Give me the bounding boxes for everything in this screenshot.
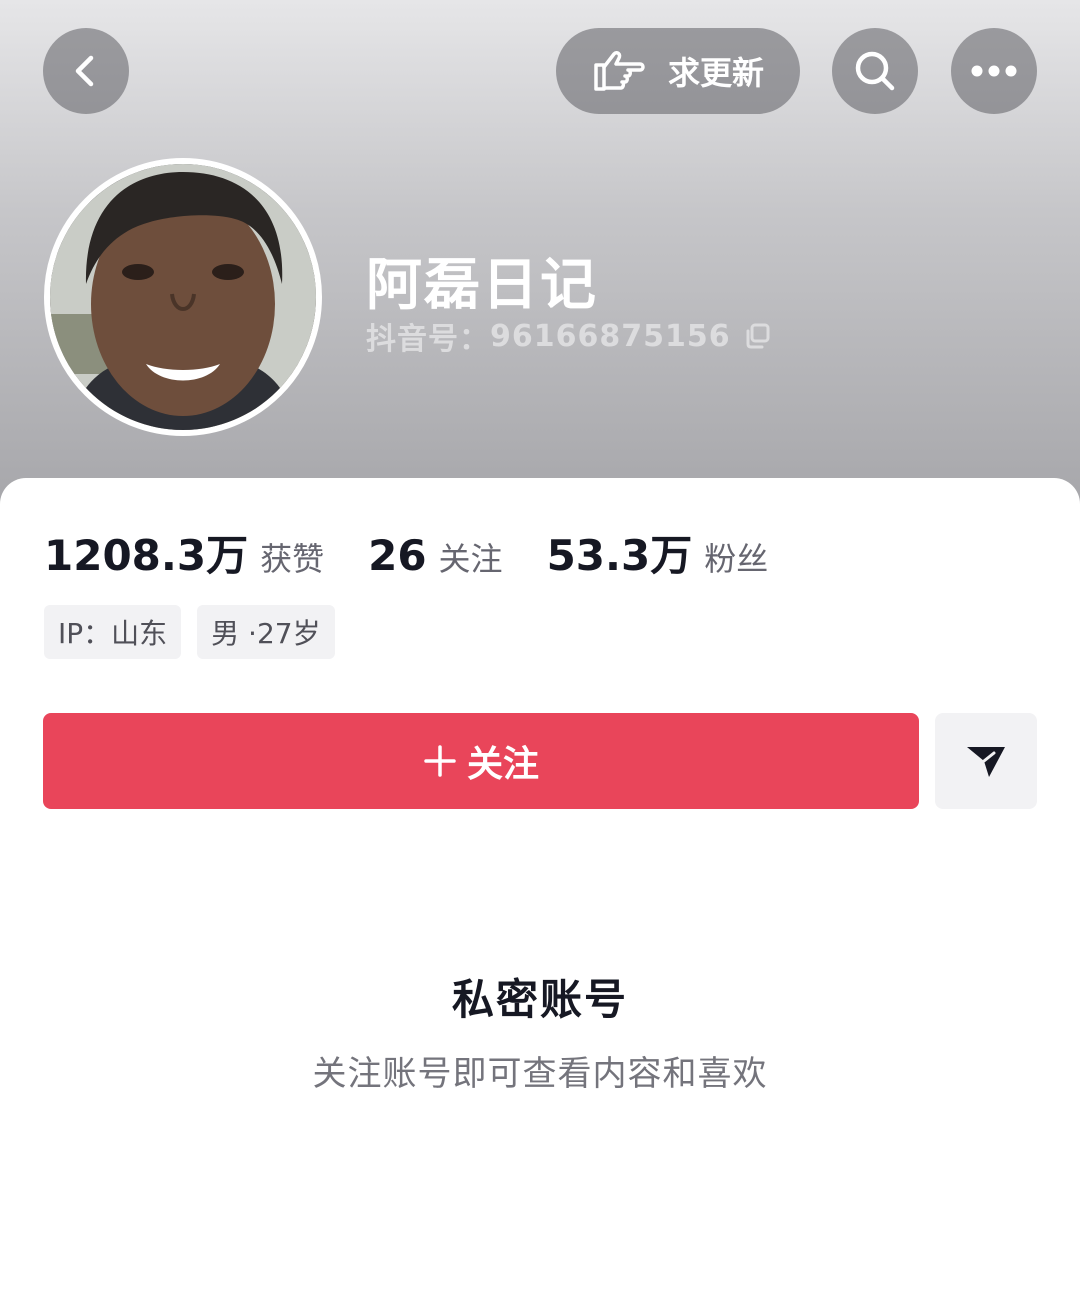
stat-likes[interactable]: 1208.3万 获赞 xyxy=(44,522,324,583)
copy-icon[interactable] xyxy=(743,322,771,350)
send-icon xyxy=(967,747,1005,777)
stat-likes-label: 获赞 xyxy=(260,540,325,578)
follow-button[interactable]: 关注 xyxy=(43,713,919,809)
douyin-id-row: 抖音号： 96166875156 xyxy=(366,314,771,358)
profile-card xyxy=(0,478,1080,1306)
search-icon xyxy=(855,51,895,91)
ip-location-tag: IP：山东 xyxy=(44,605,182,659)
more-dots-icon xyxy=(971,65,1017,77)
private-account-subtitle: 关注账号即可查看内容和喜欢 xyxy=(312,1054,768,1094)
private-account-title: 私密账号 xyxy=(451,975,628,1024)
stat-followers-label: 粉丝 xyxy=(704,540,769,578)
plus-icon xyxy=(424,745,456,777)
request-update-label: 求更新 xyxy=(667,54,764,92)
search-button[interactable] xyxy=(832,28,918,114)
stat-followers-value: 53.3万 xyxy=(546,531,693,580)
gender-age-tag: 男 ·27岁 xyxy=(197,605,335,659)
stat-following-value: 26 xyxy=(368,531,427,580)
profile-name: 阿磊日记 xyxy=(366,253,598,318)
back-button[interactable] xyxy=(43,28,129,114)
avatar-portrait xyxy=(50,164,316,430)
request-update-button[interactable]: 求更新 xyxy=(556,28,800,114)
profile-header: 求更新 阿磊日记 抖音号： 96166875156 xyxy=(0,0,1080,530)
follow-label: 关注 xyxy=(466,744,539,785)
more-button[interactable] xyxy=(951,28,1037,114)
profile-tags: IP：山东 男 ·27岁 xyxy=(44,605,335,659)
stat-following[interactable]: 26 关注 xyxy=(368,531,502,580)
avatar[interactable] xyxy=(44,158,322,436)
send-message-button[interactable] xyxy=(935,713,1037,809)
stats-row: 1208.3万 获赞 26 关注 53.3万 粉丝 xyxy=(44,522,812,583)
douyin-id-label: 抖音号： xyxy=(366,322,490,357)
chevron-left-icon xyxy=(75,55,94,87)
stat-followers[interactable]: 53.3万 粉丝 xyxy=(547,522,769,583)
douyin-id-value: 96166875156 xyxy=(490,318,731,354)
stat-likes-value: 1208.3万 xyxy=(44,531,249,580)
stat-following-label: 关注 xyxy=(438,540,503,578)
pointing-hand-icon xyxy=(594,51,645,91)
